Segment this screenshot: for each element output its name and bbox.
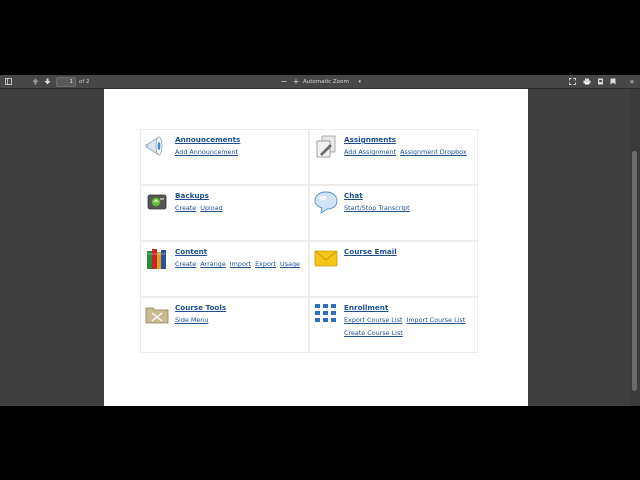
assignment-dropbox-link[interactable]: Assignment Dropbox <box>400 148 467 156</box>
course-modules-grid: Announcements Add Announcement Assignmen… <box>140 129 478 353</box>
tools-folder-icon <box>144 302 170 326</box>
add-assignment-link[interactable]: Add Assignment <box>344 148 396 156</box>
course-tools-link[interactable]: Course Tools <box>175 303 226 312</box>
assignments-actions: Add Assignment Assignment Dropbox <box>344 146 476 159</box>
backups-link[interactable]: Backups <box>175 191 209 200</box>
course-email-link[interactable]: Course Email <box>344 247 397 256</box>
books-icon <box>144 246 170 270</box>
zoom-select[interactable]: Automatic Zoom ▾ <box>303 76 365 88</box>
bookmark-icon[interactable] <box>608 76 618 88</box>
side-menu-link[interactable]: Side Menu <box>175 316 208 324</box>
start-stop-transcript-link[interactable]: Start/Stop Transcript <box>344 204 410 212</box>
screen: 1 of 2 − + Automatic Zoom ▾ » Announceme… <box>0 0 640 480</box>
envelope-icon <box>313 246 339 270</box>
module-assignments: Assignments Add Assignment Assignment Dr… <box>309 129 478 185</box>
viewer-toolbar: 1 of 2 − + Automatic Zoom ▾ » <box>0 75 640 89</box>
announcements-actions: Add Announcement <box>175 146 307 159</box>
usage-content-link[interactable]: Usage <box>280 260 300 268</box>
tools-menu-icon[interactable]: » <box>627 76 637 88</box>
print-icon[interactable] <box>582 76 592 88</box>
module-course-tools: Course Tools Side Menu <box>140 297 309 353</box>
content-link[interactable]: Content <box>175 247 207 256</box>
module-backups: Backups Create Upload <box>140 185 309 241</box>
module-enrollment: Enrollment Export Course List Import Cou… <box>309 297 478 353</box>
module-announcements: Announcements Add Announcement <box>140 129 309 185</box>
zoom-out-button[interactable]: − <box>279 76 289 88</box>
sidebar-toggle-icon[interactable] <box>3 76 13 88</box>
page-number-input[interactable]: 1 <box>56 77 76 87</box>
create-content-link[interactable]: Create <box>175 260 196 268</box>
course-tools-actions: Side Menu <box>175 314 307 327</box>
create-backup-link[interactable]: Create <box>175 204 196 212</box>
enrollment-link[interactable]: Enrollment <box>344 303 388 312</box>
scrollbar-thumb[interactable] <box>632 151 637 391</box>
export-content-link[interactable]: Export <box>255 260 276 268</box>
create-course-list-link[interactable]: Create Course List <box>344 329 403 337</box>
export-course-list-link[interactable]: Export Course List <box>344 316 402 324</box>
announcements-link[interactable]: Announcements <box>175 135 240 144</box>
chat-bubble-icon <box>313 190 339 214</box>
next-page-icon[interactable] <box>42 76 52 88</box>
module-course-email: Course Email <box>309 241 478 297</box>
chevron-down-icon: ▾ <box>358 79 361 85</box>
enrollment-grid-icon <box>313 302 339 326</box>
zoom-in-button[interactable]: + <box>291 76 301 88</box>
module-chat: Chat Start/Stop Transcript <box>309 185 478 241</box>
import-course-list-link[interactable]: Import Course List <box>407 316 466 324</box>
previous-page-icon[interactable] <box>30 76 40 88</box>
presentation-mode-icon[interactable] <box>567 76 577 88</box>
upload-backup-link[interactable]: Upload <box>200 204 222 212</box>
backups-actions: Create Upload <box>175 202 307 215</box>
vertical-scrollbar[interactable] <box>630 89 640 406</box>
content-actions: Create Arrange Import Export Usage <box>175 258 307 271</box>
assignments-icon <box>313 134 339 158</box>
pdf-viewer: 1 of 2 − + Automatic Zoom ▾ » Announceme… <box>0 75 640 406</box>
backups-icon <box>144 190 170 214</box>
import-content-link[interactable]: Import <box>230 260 251 268</box>
zoom-select-label: Automatic Zoom <box>303 79 349 85</box>
add-announcement-link[interactable]: Add Announcement <box>175 148 238 156</box>
assignments-link[interactable]: Assignments <box>344 135 396 144</box>
page-count: of 2 <box>79 79 90 85</box>
megaphone-icon <box>144 134 170 158</box>
chat-actions: Start/Stop Transcript <box>344 202 476 215</box>
module-content: Content Create Arrange Import Export Usa… <box>140 241 309 297</box>
download-icon[interactable] <box>595 76 605 88</box>
enrollment-actions: Export Course List Import Course List Cr… <box>344 314 476 340</box>
pdf-page: Announcements Add Announcement Assignmen… <box>104 89 528 406</box>
chat-link[interactable]: Chat <box>344 191 363 200</box>
arrange-content-link[interactable]: Arrange <box>200 260 225 268</box>
